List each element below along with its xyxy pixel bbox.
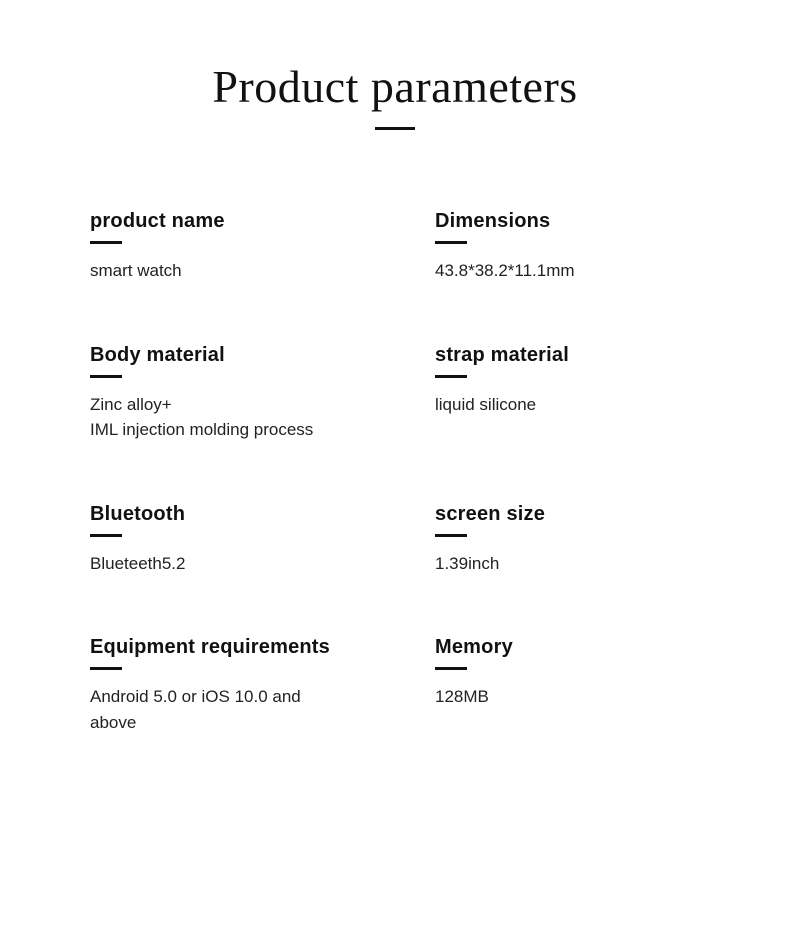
params-grid: product name smart watch Dimensions 43.8*38… [80,180,710,765]
param-value-bluetooth: Blueteeth5.2 [90,551,335,577]
param-value-dimensions: 43.8*38.2*11.1mm [435,258,700,284]
param-value-body-material: Zinc alloy+ IML injection molding proces… [90,392,335,443]
param-cell-body-material: Body material Zinc alloy+ IML injection m… [80,314,395,473]
param-cell-screen-size: screen size 1.39inch [395,473,710,607]
param-label-screen-size: screen size [435,503,700,526]
param-label-memory: Memory [435,636,700,659]
param-cell-equipment-requirements: Equipment requirements Android 5.0 or iOS… [80,606,395,765]
param-cell-strap-material: strap material liquid silicone [395,314,710,473]
title-underline [375,127,415,130]
param-label-product-name: product name [90,210,335,233]
param-label-strap-material: strap material [435,344,700,367]
param-label-underline-product-name [90,241,122,244]
param-label-underline-bluetooth [90,534,122,537]
param-label-dimensions: Dimensions [435,210,700,233]
param-value-screen-size: 1.39inch [435,551,700,577]
param-label-equipment-requirements: Equipment requirements [90,636,335,659]
page-container: Product parameters product name smart wat… [0,0,790,940]
page-title-section: Product parameters [80,60,710,130]
param-value-memory: 128MB [435,684,700,710]
param-label-underline-memory [435,667,467,670]
param-cell-memory: Memory 128MB [395,606,710,765]
param-cell-bluetooth: Bluetooth Blueteeth5.2 [80,473,395,607]
param-value-equipment-requirements: Android 5.0 or iOS 10.0 and above [90,684,335,735]
param-value-product-name: smart watch [90,258,335,284]
param-label-underline-strap-material [435,375,467,378]
param-label-bluetooth: Bluetooth [90,503,335,526]
param-value-strap-material: liquid silicone [435,392,700,418]
param-label-underline-dimensions [435,241,467,244]
param-label-body-material: Body material [90,344,335,367]
page-title: Product parameters [80,60,710,113]
param-label-underline-screen-size [435,534,467,537]
param-label-underline-equipment-requirements [90,667,122,670]
param-cell-product-name: product name smart watch [80,180,395,314]
param-label-underline-body-material [90,375,122,378]
param-cell-dimensions: Dimensions 43.8*38.2*11.1mm [395,180,710,314]
